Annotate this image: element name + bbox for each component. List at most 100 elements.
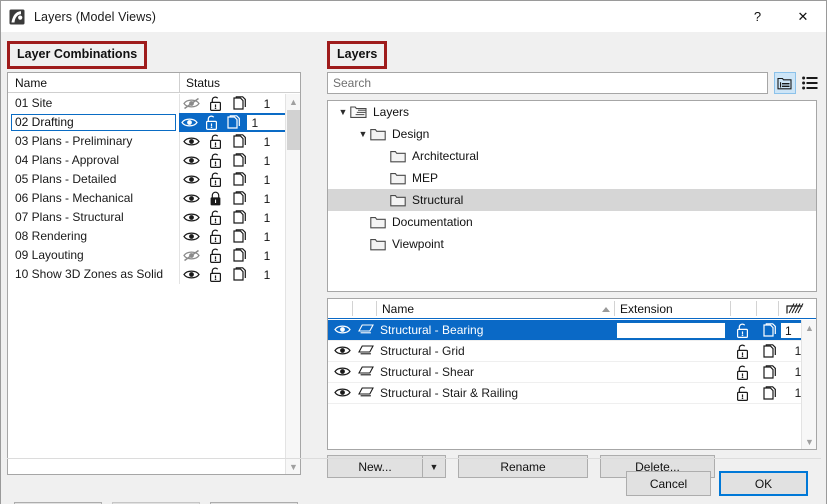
- lock-icon[interactable]: [736, 365, 749, 380]
- wireframe-copy-icon[interactable]: [227, 191, 251, 206]
- pen-number[interactable]: 1: [251, 230, 283, 244]
- layer-combination-row[interactable]: 05 Plans - Detailed1: [8, 170, 285, 189]
- pen-number[interactable]: 1: [251, 192, 283, 206]
- wireframe-copy-icon[interactable]: [227, 96, 251, 111]
- scrollbar-thumb[interactable]: [287, 110, 300, 150]
- pen-number[interactable]: 1: [784, 365, 801, 379]
- extension-field[interactable]: [616, 322, 726, 339]
- wireframe-copy-icon[interactable]: [762, 344, 777, 359]
- layer-combination-row[interactable]: 06 Plans - Mechanical1: [8, 189, 285, 208]
- lock-icon[interactable]: [736, 344, 749, 359]
- column-header-name[interactable]: Name: [15, 76, 47, 90]
- layers-table[interactable]: Name Extension Structural - Bearing1St: [327, 298, 817, 450]
- lock-icon[interactable]: [203, 172, 227, 187]
- ok-button[interactable]: OK: [719, 471, 808, 496]
- lock-icon[interactable]: [203, 191, 227, 206]
- lock-icon[interactable]: [736, 386, 749, 401]
- pen-number-field[interactable]: 1: [780, 322, 801, 339]
- layer-combination-row[interactable]: 03 Plans - Preliminary1: [8, 132, 285, 151]
- help-button[interactable]: ?: [735, 1, 780, 32]
- pen-number[interactable]: 1: [251, 97, 283, 111]
- lock-icon[interactable]: [203, 96, 227, 111]
- wireframe-copy-icon[interactable]: [227, 210, 251, 225]
- layer-combination-row[interactable]: 04 Plans - Approval1: [8, 151, 285, 170]
- layer-extension[interactable]: [616, 383, 730, 404]
- wireframe-copy-icon[interactable]: [223, 115, 245, 130]
- pen-number[interactable]: 1: [251, 249, 283, 263]
- layer-combination-row[interactable]: 01 Site1: [8, 94, 285, 113]
- pen-number[interactable]: 1: [251, 154, 283, 168]
- column-header-pen[interactable]: [780, 299, 804, 318]
- lock-icon[interactable]: [736, 323, 749, 338]
- layer-combinations-list[interactable]: Name Status 01 Site102 Drafting103 Plans…: [7, 72, 301, 475]
- lock-icon[interactable]: [203, 248, 227, 263]
- pen-number[interactable]: 1: [251, 135, 283, 149]
- chevron-down-icon[interactable]: ▼: [336, 107, 350, 117]
- scroll-up-icon[interactable]: ▲: [286, 94, 301, 109]
- visibility-eye-icon[interactable]: [179, 116, 201, 129]
- layer-extension[interactable]: [616, 362, 730, 383]
- tree-item-design[interactable]: ▼Design: [328, 123, 816, 145]
- wireframe-copy-icon[interactable]: [762, 323, 777, 338]
- lock-icon[interactable]: [201, 115, 223, 130]
- layers-table-scrollbar[interactable]: ▲ ▼: [801, 320, 816, 449]
- visibility-eye-icon[interactable]: [179, 192, 203, 205]
- tree-item-viewpoint[interactable]: Viewpoint: [328, 233, 816, 255]
- visibility-eye-icon[interactable]: [179, 154, 203, 167]
- layer-combination-row[interactable]: 07 Plans - Structural1: [8, 208, 285, 227]
- layer-shape-icon[interactable]: [358, 345, 374, 356]
- list-view-icon[interactable]: [799, 72, 821, 94]
- visibility-eye-icon[interactable]: [179, 97, 203, 110]
- tree-item-architectural[interactable]: Architectural: [328, 145, 816, 167]
- panel-splitter[interactable]: [307, 32, 321, 504]
- wireframe-copy-icon[interactable]: [227, 229, 251, 244]
- scroll-down-icon[interactable]: ▼: [286, 459, 301, 474]
- tree-item-structural[interactable]: Structural: [328, 189, 816, 211]
- tree-item-mep[interactable]: MEP: [328, 167, 816, 189]
- scroll-down-icon[interactable]: ▼: [802, 434, 817, 449]
- layer-combination-row[interactable]: 02 Drafting1: [8, 113, 285, 132]
- layers-tree[interactable]: ▼Layers▼DesignArchitecturalMEPStructural…: [327, 100, 817, 292]
- layer-row[interactable]: Structural - Shear1: [328, 362, 801, 383]
- layer-shape-icon[interactable]: [358, 366, 374, 377]
- lock-icon[interactable]: [203, 210, 227, 225]
- lock-icon[interactable]: [203, 153, 227, 168]
- wireframe-copy-icon[interactable]: [227, 172, 251, 187]
- wireframe-copy-icon[interactable]: [762, 386, 777, 401]
- wireframe-copy-icon[interactable]: [762, 365, 777, 380]
- layer-shape-icon[interactable]: [358, 387, 374, 398]
- wireframe-copy-icon[interactable]: [227, 153, 251, 168]
- visibility-eye-icon[interactable]: [179, 249, 203, 262]
- layer-combination-row[interactable]: 09 Layouting1: [8, 246, 285, 265]
- layer-row[interactable]: Structural - Bearing1: [328, 320, 801, 341]
- visibility-eye-icon[interactable]: [179, 135, 203, 148]
- visibility-eye-icon[interactable]: [334, 323, 351, 336]
- search-input[interactable]: [327, 72, 768, 94]
- visibility-eye-icon[interactable]: [334, 386, 351, 399]
- visibility-eye-icon[interactable]: [179, 211, 203, 224]
- layer-shape-icon[interactable]: [358, 324, 374, 335]
- wireframe-copy-icon[interactable]: [227, 134, 251, 149]
- pen-number[interactable]: 1: [251, 173, 283, 187]
- layer-combination-row[interactable]: 08 Rendering1: [8, 227, 285, 246]
- pen-number[interactable]: 1: [251, 268, 283, 282]
- column-header-status[interactable]: Status: [186, 76, 220, 90]
- lock-icon[interactable]: [203, 134, 227, 149]
- lock-icon[interactable]: [203, 229, 227, 244]
- tree-item-layers[interactable]: ▼Layers: [328, 101, 816, 123]
- visibility-eye-icon[interactable]: [179, 230, 203, 243]
- close-button[interactable]: ✕: [780, 1, 826, 32]
- visibility-eye-icon[interactable]: [179, 268, 203, 281]
- visibility-eye-icon[interactable]: [179, 173, 203, 186]
- pen-number[interactable]: 1: [251, 211, 283, 225]
- chevron-down-icon[interactable]: ▼: [356, 129, 370, 139]
- visibility-eye-icon[interactable]: [334, 365, 351, 378]
- lock-icon[interactable]: [203, 267, 227, 282]
- scroll-up-icon[interactable]: ▲: [802, 320, 817, 335]
- wireframe-copy-icon[interactable]: [227, 267, 251, 282]
- layer-row[interactable]: Structural - Grid1: [328, 341, 801, 362]
- visibility-eye-icon[interactable]: [334, 344, 351, 357]
- cancel-button[interactable]: Cancel: [626, 471, 711, 496]
- layer-combination-row[interactable]: 10 Show 3D Zones as Solid1: [8, 265, 285, 284]
- column-header-name[interactable]: Name: [376, 299, 616, 318]
